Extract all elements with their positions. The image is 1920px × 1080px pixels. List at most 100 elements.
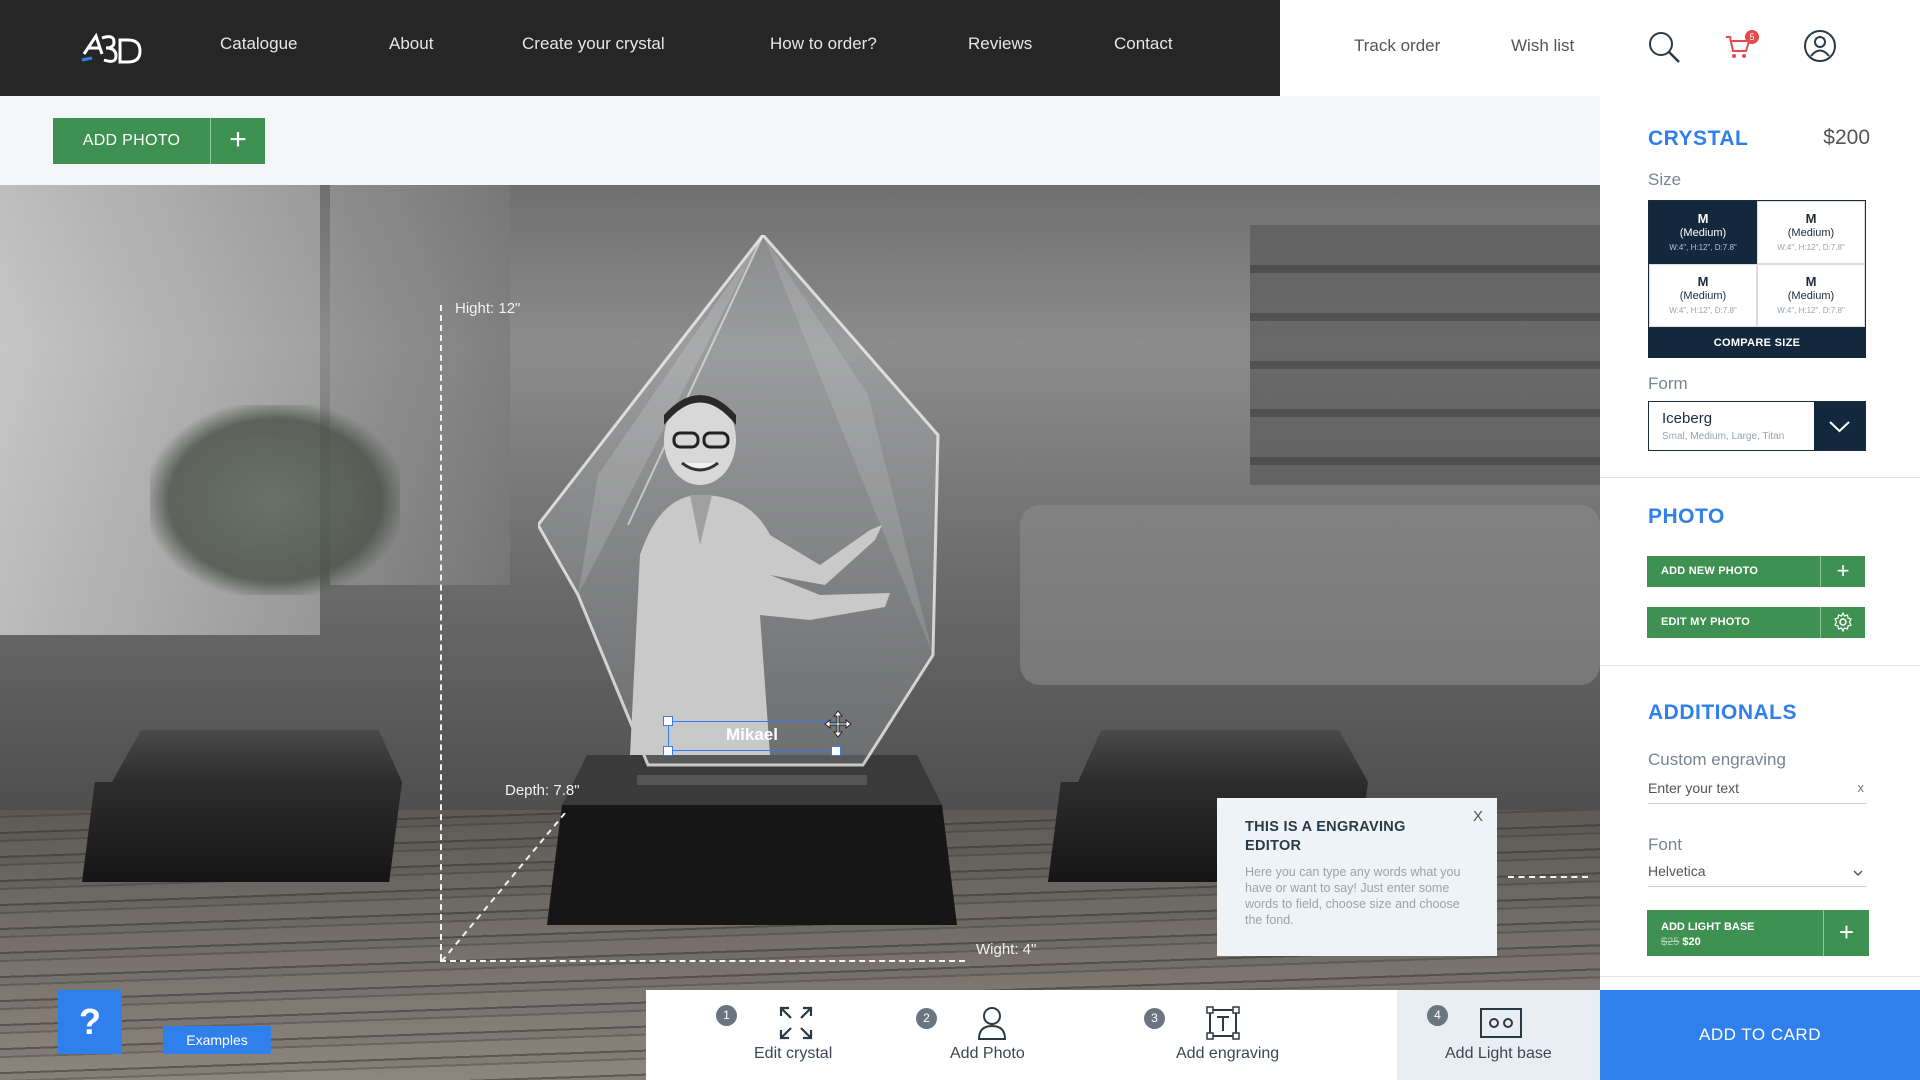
- size-dimensions: W:4", H:12", D:7.8": [1777, 243, 1845, 252]
- resize-handle[interactable]: [663, 746, 673, 756]
- size-option[interactable]: M (Medium) W:4", H:12", D:7.8": [1649, 201, 1757, 264]
- nav-catalogue[interactable]: Catalogue: [220, 34, 298, 54]
- engraving-text-box[interactable]: Mikael: [663, 716, 841, 756]
- user-icon[interactable]: [1803, 29, 1837, 63]
- divider: [1600, 976, 1920, 977]
- gear-icon-wrap: [1820, 607, 1865, 638]
- nav-contact[interactable]: Contact: [1114, 34, 1173, 54]
- chevron-down-icon: [1829, 421, 1850, 433]
- light-base-title: ADD LIGHT BASE: [1661, 921, 1755, 933]
- search-icon[interactable]: [1647, 30, 1681, 64]
- divider: [1600, 665, 1920, 666]
- help-button[interactable]: ?: [58, 990, 122, 1054]
- form-dropdown[interactable]: Iceberg Smal, Medium, Large, Titan: [1648, 401, 1866, 451]
- crystal-price: $200: [1823, 126, 1870, 149]
- size-option[interactable]: M (Medium) W:4", H:12", D:7.8": [1757, 201, 1865, 264]
- step-number: 4: [1427, 1005, 1448, 1026]
- expand-icon: [779, 1006, 813, 1040]
- additionals-section-title: ADDITIONALS: [1648, 701, 1797, 724]
- plus-icon: +: [210, 118, 265, 164]
- divider: [1600, 477, 1920, 478]
- track-order-link[interactable]: Track order: [1354, 36, 1440, 56]
- step-label: Edit crystal: [754, 1045, 833, 1062]
- size-dimensions: W:4", H:12", D:7.8": [1669, 243, 1737, 252]
- size-name: (Medium): [1787, 290, 1835, 302]
- height-label: Hight: 12": [455, 300, 521, 317]
- custom-engraving-label: Custom engraving: [1648, 750, 1786, 769]
- size-dimensions: W:4", H:12", D:7.8": [1777, 306, 1845, 315]
- tooltip-close-button[interactable]: X: [1473, 808, 1483, 825]
- cart-button[interactable]: 5: [1725, 30, 1759, 64]
- text-frame-icon: [1206, 1006, 1240, 1040]
- logo[interactable]: [80, 30, 146, 66]
- compare-size-button[interactable]: COMPARE SIZE: [1648, 328, 1866, 358]
- old-price: $25: [1661, 936, 1680, 948]
- size-selector: M (Medium) W:4", H:12", D:7.8" M (Medium…: [1648, 200, 1866, 328]
- add-new-photo-button[interactable]: ADD NEW PHOTO +: [1647, 556, 1865, 587]
- edit-my-photo-label: EDIT MY PHOTO: [1647, 607, 1820, 638]
- size-code: M: [1697, 211, 1709, 226]
- step-number: 2: [916, 1008, 937, 1029]
- step-label: Add engraving: [1176, 1045, 1280, 1062]
- configuration-panel: CRYSTAL $200 Size M (Medium) W:4", H:12"…: [1600, 96, 1920, 1080]
- background-shelf: [1250, 225, 1600, 485]
- nav-how-to-order[interactable]: How to order?: [770, 34, 877, 54]
- size-name: (Medium): [1679, 227, 1727, 239]
- nav-create-your-crystal[interactable]: Create your crystal: [522, 34, 665, 54]
- form-options-hint: Smal, Medium, Large, Titan: [1662, 431, 1785, 442]
- cart-count-badge: 5: [1745, 30, 1759, 44]
- custom-engraving-input[interactable]: Enter your text x: [1648, 776, 1866, 804]
- add-new-photo-label: ADD NEW PHOTO: [1647, 556, 1820, 587]
- add-to-card-button[interactable]: ADD TO CARD: [1600, 990, 1920, 1080]
- tooltip-body: Here you can type any words what you hav…: [1245, 865, 1461, 927]
- engraved-photo: [630, 395, 890, 755]
- move-icon[interactable]: [824, 710, 852, 738]
- resize-handle[interactable]: [831, 746, 841, 756]
- step-add-light-base[interactable]: 4 Add Light base: [1397, 990, 1600, 1080]
- size-option[interactable]: M (Medium) W:4", H:12", D:7.8": [1649, 264, 1757, 327]
- top-navigation-bar: Catalogue About Create your crystal How …: [0, 0, 1280, 96]
- size-code: M: [1805, 274, 1817, 289]
- step-label: Add Photo: [950, 1045, 1025, 1062]
- examples-button[interactable]: Examples: [163, 1026, 271, 1054]
- size-code: M: [1805, 211, 1817, 226]
- add-light-base-button[interactable]: ADD LIGHT BASE $25 $20 +: [1647, 910, 1869, 956]
- step-number: 3: [1144, 1008, 1165, 1029]
- size-code: M: [1697, 274, 1709, 289]
- nav-about[interactable]: About: [389, 34, 433, 54]
- size-name: (Medium): [1679, 290, 1727, 302]
- font-select[interactable]: Helvetica: [1648, 859, 1866, 887]
- header-user-area: Track order Wish list 5: [1280, 0, 1920, 96]
- background-sofa: [1020, 505, 1600, 685]
- dropdown-toggle[interactable]: [1814, 402, 1865, 450]
- plus-icon: +: [1823, 910, 1869, 956]
- add-photo-button[interactable]: ADD PHOTO +: [53, 118, 265, 164]
- plus-icon: +: [1820, 556, 1865, 587]
- step-number: 1: [716, 1005, 737, 1026]
- size-label: Size: [1648, 170, 1682, 189]
- form-value: Iceberg: [1662, 410, 1713, 427]
- form-label: Form: [1648, 374, 1688, 393]
- background-plant: [150, 405, 400, 595]
- nav-reviews[interactable]: Reviews: [968, 34, 1032, 54]
- crystal-section-title: CRYSTAL: [1648, 127, 1749, 150]
- add-photo-label: ADD PHOTO: [53, 118, 210, 164]
- step-label: Add Light base: [1445, 1045, 1552, 1062]
- wish-list-link[interactable]: Wish list: [1511, 36, 1574, 56]
- engraving-editor-tooltip: THIS IS A ENGRAVING EDITOR Here you can …: [1217, 798, 1497, 956]
- tooltip-title: THIS IS A ENGRAVING EDITOR: [1245, 819, 1406, 854]
- size-option[interactable]: M (Medium) W:4", H:12", D:7.8": [1757, 264, 1865, 327]
- size-name: (Medium): [1787, 227, 1835, 239]
- font-value: Helvetica: [1648, 863, 1706, 879]
- clear-icon[interactable]: x: [1858, 780, 1865, 795]
- step-add-photo[interactable]: 2 Add Photo: [916, 990, 1076, 1080]
- step-edit-crystal[interactable]: 1 Edit crystal: [706, 990, 866, 1080]
- width-label: Wight: 4": [976, 941, 1037, 958]
- engraving-text[interactable]: Mikael: [669, 725, 835, 745]
- step-add-engraving[interactable]: 3 Add engraving: [1126, 990, 1316, 1080]
- font-label: Font: [1648, 835, 1683, 854]
- resize-handle[interactable]: [663, 716, 673, 726]
- new-price: $20: [1682, 936, 1701, 948]
- engraving-placeholder: Enter your text: [1648, 780, 1740, 796]
- edit-my-photo-button[interactable]: EDIT MY PHOTO: [1647, 607, 1865, 638]
